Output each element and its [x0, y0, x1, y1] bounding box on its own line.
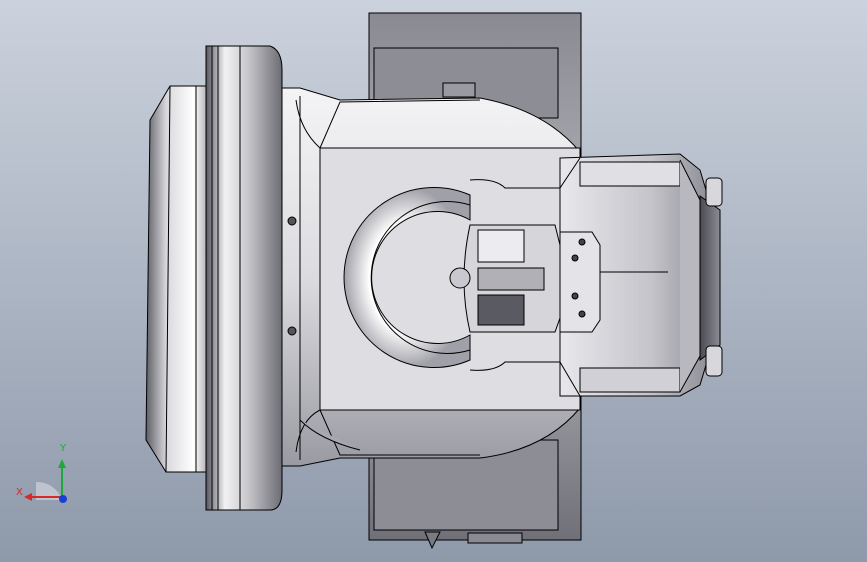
triad-x-label: X — [16, 487, 23, 498]
model-canvas[interactable] — [0, 0, 867, 562]
mounting-bracket[interactable] — [559, 231, 601, 333]
motor-block[interactable] — [449, 224, 561, 333]
cad-viewport[interactable] — [0, 0, 867, 562]
triad-y-label: Y — [60, 443, 67, 454]
front-disc[interactable] — [145, 85, 215, 473]
flange[interactable] — [205, 45, 283, 511]
